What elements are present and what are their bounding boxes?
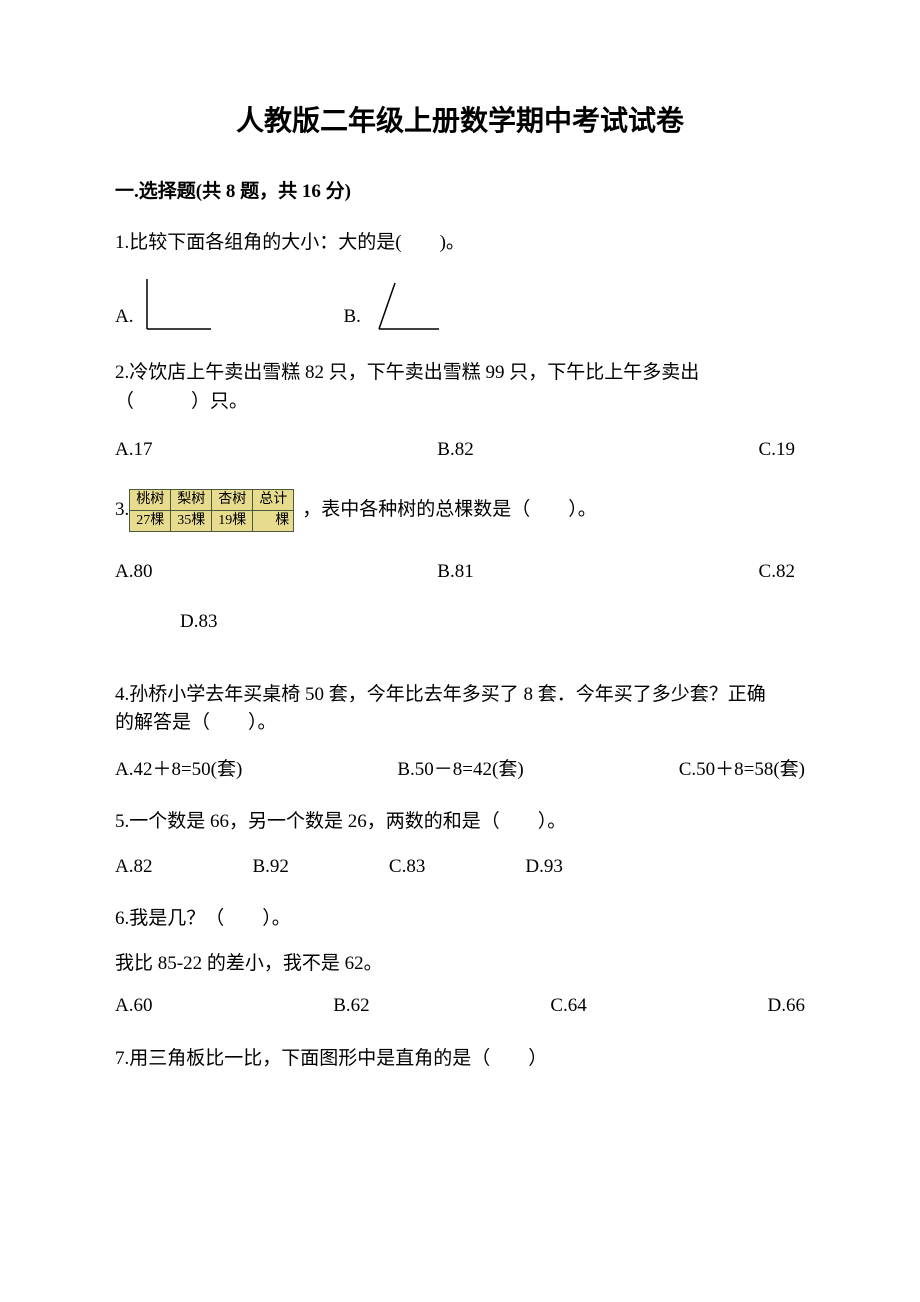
q1-figures: A. B. [115,275,805,335]
q4-line2: 的解答是（ ）。 [115,709,805,738]
q4-choice-b: B.50－8=42(套) [397,756,523,785]
question-4: 4.孙桥小学去年买桌椅 50 套，今年比去年多买了 8 套．今年买了多少套？正确… [115,681,805,785]
q5-choice-c: C.83 [389,853,425,882]
q5-choice-a: A.82 [115,853,152,882]
choice-label-a: A. [115,303,133,332]
question-7: 7.用三角板比一比，下面图形中是直角的是（ ） [115,1045,805,1074]
q4-choice-a: A.42＋8=50(套) [115,756,242,785]
q3-suffix: ，表中各种树的总棵数是（ ）。 [302,496,597,525]
section-heading: 一.选择题(共 8 题，共 16 分) [115,178,805,207]
tree-count-table: 桃树 梨树 杏树 总计 27棵 35棵 19棵 棵 [129,489,294,532]
q4-line1: 4.孙桥小学去年买桌椅 50 套，今年比去年多买了 8 套．今年买了多少套？正确 [115,681,805,710]
q6-choices: A.60 B.62 C.64 D.66 [115,992,805,1021]
table-cell-total: 棵 [253,510,294,531]
q2-line1: 2.冷饮店上午卖出雪糕 82 只，下午卖出雪糕 99 只，下午比上午多卖出 [115,359,805,388]
table-header-total: 总计 [253,489,294,510]
obtuse-angle-icon [367,275,445,335]
table-header-apricot: 杏树 [212,489,253,510]
page-title: 人教版二年级上册数学期中考试试卷 [115,100,805,142]
q5-choice-b: B.92 [252,853,288,882]
q2-choice-b: B.82 [437,436,473,465]
table-header-peach: 桃树 [130,489,171,510]
question-5: 5.一个数是 66，另一个数是 26，两数的和是（ ）。 A.82 B.92 C… [115,808,805,881]
choice-label-b: B. [343,303,360,332]
table-header-pear: 梨树 [171,489,212,510]
q4-choice-c: C.50＋8=58(套) [679,756,805,785]
q5-choice-d: D.93 [525,853,562,882]
question-3: 3. 桃树 梨树 杏树 总计 27棵 35棵 19棵 棵 ，表中各种树的总棵数是… [115,489,805,637]
question-2: 2.冷饮店上午卖出雪糕 82 只，下午卖出雪糕 99 只，下午比上午多卖出 （ … [115,359,805,465]
q3-choices-abc: A.80 B.81 C.82 [115,558,795,587]
q5-text: 5.一个数是 66，另一个数是 26，两数的和是（ ）。 [115,808,805,837]
q6-text: 6.我是几？（ ）。 [115,905,805,934]
q3-prefix: 3. [115,496,129,525]
table-cell-19: 19棵 [212,510,253,531]
q3-choice-a: A.80 [115,558,152,587]
right-angle-icon [139,275,217,335]
q2-line2: （ ）只。 [115,388,805,417]
q3-row: 3. 桃树 梨树 杏树 总计 27棵 35棵 19棵 棵 ，表中各种树的总棵数是… [115,489,805,532]
q2-choices: A.17 B.82 C.19 [115,436,795,465]
question-6: 6.我是几？（ ）。 我比 85-22 的差小，我不是 62。 A.60 B.6… [115,905,805,1021]
q6-choice-a: A.60 [115,992,152,1021]
q2-choice-c: C.19 [759,436,795,465]
q1-text: 1.比较下面各组角的大小：大的是( )。 [115,229,805,258]
table-cell-27: 27棵 [130,510,171,531]
q6-choice-d: D.66 [768,992,805,1021]
table-cell-35: 35棵 [171,510,212,531]
q3-choice-b: B.81 [437,558,473,587]
q2-choice-a: A.17 [115,436,152,465]
q6-choice-b: B.62 [333,992,369,1021]
question-1: 1.比较下面各组角的大小：大的是( )。 A. B. [115,229,805,336]
q4-choices: A.42＋8=50(套) B.50－8=42(套) C.50＋8=58(套) [115,756,805,785]
q5-choices: A.82 B.92 C.83 D.93 [115,853,805,882]
q3-choice-c: C.82 [759,558,795,587]
q7-text: 7.用三角板比一比，下面图形中是直角的是（ ） [115,1045,805,1074]
q6-choice-c: C.64 [550,992,586,1021]
q6-sub: 我比 85-22 的差小，我不是 62。 [115,950,805,979]
q3-choice-d: D.83 [180,608,805,637]
